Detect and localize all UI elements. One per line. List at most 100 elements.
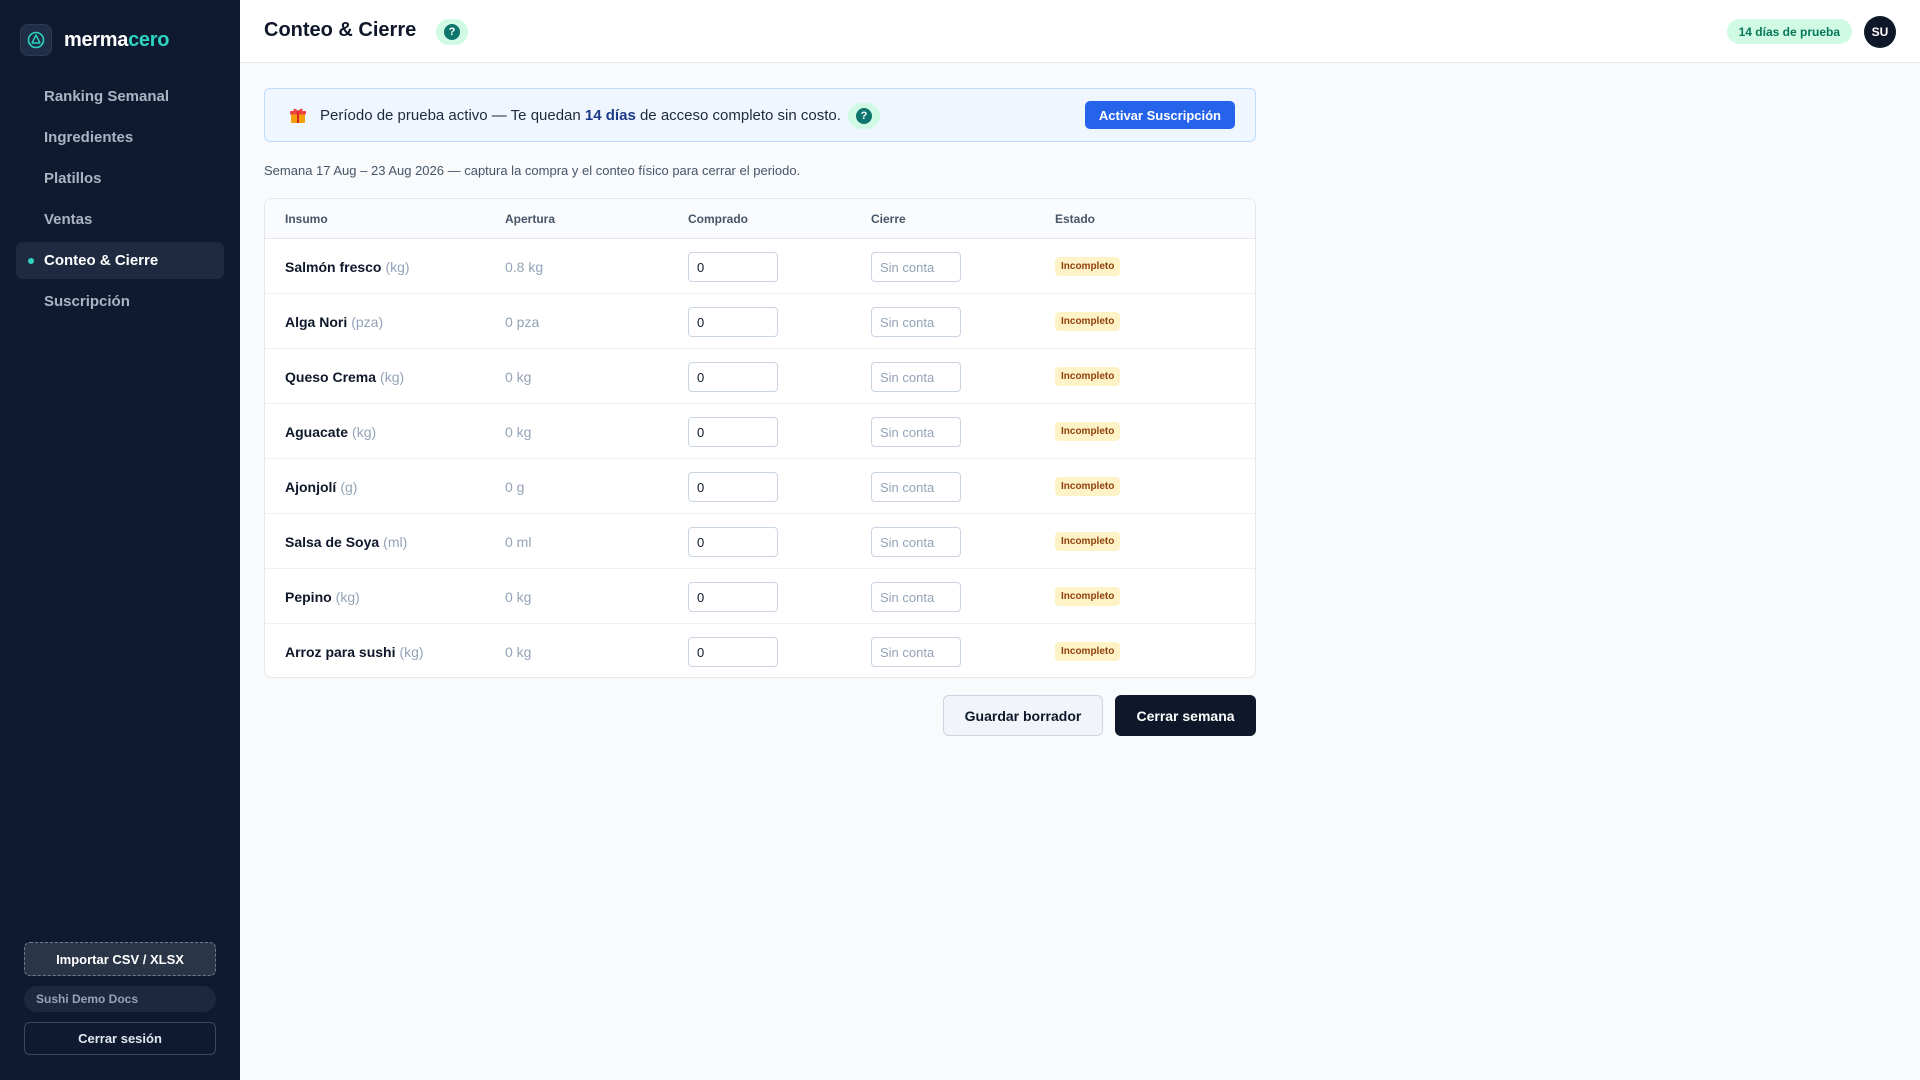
- workspace-selector[interactable]: Sushi Demo Docs: [24, 986, 216, 1012]
- logout-button[interactable]: Cerrar sesión: [24, 1022, 216, 1055]
- status-badge: Incompleto: [1055, 477, 1121, 496]
- import-csv-button[interactable]: Importar CSV / XLSX: [24, 942, 216, 976]
- close-week-button[interactable]: Cerrar semana: [1115, 695, 1256, 736]
- save-draft-button[interactable]: Guardar borrador: [943, 695, 1103, 736]
- sidebar-item-conteo-cierre[interactable]: Conteo & Cierre: [16, 242, 224, 279]
- ingredient-cell: Arroz para sushi (kg): [285, 644, 424, 660]
- trial-banner-text-before: Período de prueba activo — Te quedan: [320, 107, 585, 124]
- help-icon: ?: [856, 108, 872, 124]
- trial-banner-text: Período de prueba activo — Te quedan 14 …: [320, 107, 841, 124]
- sidebar-item-suscripcion[interactable]: Suscripción: [16, 283, 224, 320]
- sidebar: mermacero Ranking Semanal Ingredientes P…: [0, 0, 240, 1080]
- ingredient-unit: (kg): [380, 369, 405, 385]
- activate-subscription-button[interactable]: Activar Suscripción: [1084, 101, 1235, 129]
- ingredient-name: Alga Nori: [285, 314, 348, 330]
- brand-name-part2: cero: [128, 28, 170, 51]
- purchased-input[interactable]: [688, 417, 778, 447]
- column-header-insumo: Insumo: [285, 212, 328, 226]
- column-header-estado: Estado: [1055, 212, 1096, 226]
- status-badge: Incompleto: [1055, 367, 1121, 386]
- status-badge: Incompleto: [1055, 642, 1121, 661]
- table-row: Alga Nori(pza) 0 pza Incompleto: [265, 294, 1255, 349]
- sidebar-item-label: Ventas: [44, 211, 93, 228]
- column-header-cierre: Cierre: [871, 212, 906, 226]
- help-button[interactable]: ?: [436, 19, 468, 45]
- week-description: Semana 17 Aug – 23 Aug 2026 — captura la…: [264, 163, 801, 178]
- column-header-apertura: Apertura: [505, 212, 556, 226]
- ingredient-name: Salmón fresco: [285, 259, 382, 275]
- table-header: Insumo Apertura Comprado Cierre Estado: [265, 199, 1255, 239]
- ingredient-cell: Alga Nori (pza): [285, 314, 383, 330]
- opening-value: 0 kg: [505, 589, 532, 605]
- purchased-input[interactable]: [688, 252, 778, 282]
- status-badge: Incompleto: [1055, 257, 1121, 276]
- status-badge: Incompleto: [1055, 312, 1121, 331]
- ingredient-cell: Ajonjolí (g): [285, 479, 357, 495]
- purchased-input[interactable]: [688, 307, 778, 337]
- trial-days-remaining: 14 días: [584, 107, 636, 124]
- top-header: Conteo & Cierre ? 14 días de prueba SU: [240, 0, 1920, 63]
- table-row: Aguacate(kg) 0 kg Incompleto: [265, 404, 1255, 459]
- opening-value: 0 pza: [505, 314, 540, 330]
- closing-count-input[interactable]: [871, 637, 961, 667]
- ingredient-name: Salsa de Soya: [285, 534, 380, 550]
- ingredient-unit: (kg): [399, 644, 424, 660]
- page-title: Conteo & Cierre: [264, 19, 417, 41]
- opening-value: 0 kg: [505, 424, 532, 440]
- table-row: Salsa de Soya(ml) 0 ml Incompleto: [265, 514, 1255, 569]
- sidebar-item-ventas[interactable]: Ventas: [16, 201, 224, 238]
- sidebar-footer: Importar CSV / XLSX Sushi Demo Docs Cerr…: [24, 942, 216, 1055]
- purchased-input[interactable]: [688, 472, 778, 502]
- ingredient-cell: Pepino (kg): [285, 589, 360, 605]
- active-indicator-dot: [28, 258, 34, 264]
- opening-value: 0 ml: [505, 534, 532, 550]
- sidebar-item-platillos[interactable]: Platillos: [16, 160, 224, 197]
- ingredient-unit: (g): [340, 479, 358, 495]
- sidebar-item-ranking-semanal[interactable]: Ranking Semanal: [16, 78, 224, 115]
- purchased-input[interactable]: [688, 362, 778, 392]
- ingredient-unit: (pza): [351, 314, 384, 330]
- count-table: Insumo Apertura Comprado Cierre Estado S…: [264, 198, 1256, 678]
- sidebar-nav: Ranking Semanal Ingredientes Platillos V…: [16, 78, 224, 324]
- opening-value: 0 g: [505, 479, 525, 495]
- ingredient-name: Aguacate: [285, 424, 349, 440]
- ingredient-cell: Salmón fresco (kg): [285, 259, 410, 275]
- trial-badge: 14 días de prueba: [1726, 19, 1852, 44]
- sidebar-item-label: Ingredientes: [44, 129, 134, 146]
- gift-icon: [290, 108, 306, 123]
- closing-count-input[interactable]: [871, 527, 961, 557]
- trial-banner: Período de prueba activo — Te quedan 14 …: [264, 88, 1256, 142]
- closing-count-input[interactable]: [871, 417, 961, 447]
- closing-count-input[interactable]: [871, 362, 961, 392]
- ingredient-name: Arroz para sushi: [285, 644, 396, 660]
- closing-count-input[interactable]: [871, 252, 961, 282]
- status-badge: Incompleto: [1055, 587, 1121, 606]
- ingredient-unit: (kg): [352, 424, 377, 440]
- brand[interactable]: mermacero: [20, 24, 169, 56]
- ingredient-cell: Salsa de Soya (ml): [285, 534, 407, 550]
- closing-count-input[interactable]: [871, 472, 961, 502]
- closing-count-input[interactable]: [871, 582, 961, 612]
- trial-banner-text-after: de acceso completo sin costo.: [635, 107, 841, 124]
- status-badge: Incompleto: [1055, 422, 1121, 441]
- status-badge: Incompleto: [1055, 532, 1121, 551]
- table-row: Queso Crema(kg) 0 kg Incompleto: [265, 349, 1255, 404]
- table-row: Ajonjolí(g) 0 g Incompleto: [265, 459, 1255, 514]
- column-header-comprado: Comprado: [688, 212, 748, 226]
- avatar[interactable]: SU: [1864, 16, 1896, 48]
- closing-count-input[interactable]: [871, 307, 961, 337]
- brand-name: mermacero: [64, 29, 169, 52]
- purchased-input[interactable]: [688, 637, 778, 667]
- ingredient-cell: Queso Crema (kg): [285, 369, 404, 385]
- opening-value: 0.8 kg: [505, 259, 544, 275]
- logo-icon: [20, 24, 52, 56]
- banner-help-button[interactable]: ?: [848, 103, 880, 129]
- sidebar-item-ingredientes[interactable]: Ingredientes: [16, 119, 224, 156]
- sidebar-item-label: Conteo & Cierre: [44, 252, 159, 269]
- help-icon: ?: [444, 24, 460, 40]
- sidebar-item-label: Suscripción: [44, 293, 130, 310]
- opening-value: 0 kg: [505, 369, 532, 385]
- purchased-input[interactable]: [688, 582, 778, 612]
- table-row: Pepino(kg) 0 kg Incompleto: [265, 569, 1255, 624]
- purchased-input[interactable]: [688, 527, 778, 557]
